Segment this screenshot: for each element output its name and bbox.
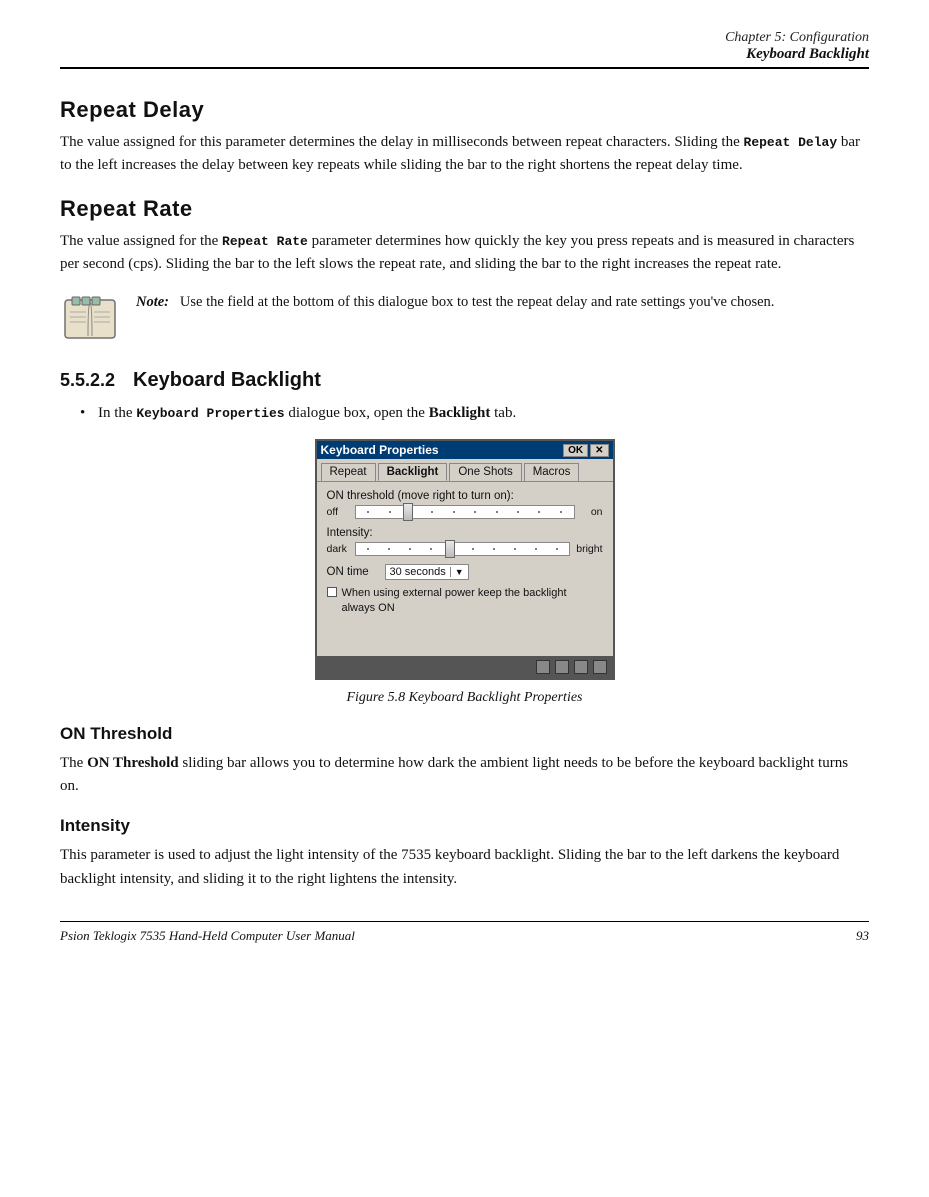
on-time-label: ON time	[327, 566, 377, 578]
dialog-bottom-icon-2	[555, 660, 569, 674]
footer-page-number: 93	[856, 928, 869, 944]
note-content: Use the field at the bottom of this dial…	[173, 294, 775, 310]
repeat-delay-heading: Repeat Delay	[60, 97, 869, 123]
tab-backlight[interactable]: Backlight	[378, 463, 448, 481]
on-threshold-thumb[interactable]	[403, 503, 413, 521]
slider-dots-1	[356, 511, 574, 513]
on-time-row: ON time 30 seconds ▼	[327, 564, 603, 580]
footer-left: Psion Teklogix 7535 Hand-Held Computer U…	[60, 928, 355, 944]
dialog-bottom-icon-1	[536, 660, 550, 674]
dialog-title-bar: Keyboard Properties OK ✕	[317, 441, 613, 459]
checkbox-label: When using external power keep the backl…	[342, 586, 603, 616]
dialog-title: Keyboard Properties	[321, 443, 564, 457]
page-footer: Psion Teklogix 7535 Hand-Held Computer U…	[60, 921, 869, 944]
repeat-delay-para: The value assigned for this parameter de…	[60, 131, 869, 178]
bullet-item: In the Keyboard Properties dialogue box,…	[80, 402, 869, 425]
dialog-bottom-bar	[317, 656, 613, 678]
checkbox-row: When using external power keep the backl…	[327, 586, 603, 616]
checkbox-external-power[interactable]	[327, 587, 337, 597]
note-text: Note: Use the field at the bottom of thi…	[136, 292, 774, 314]
on-threshold-heading: ON Threshold	[60, 724, 869, 744]
tab-macros[interactable]: Macros	[524, 463, 580, 481]
dialog-bottom-icon-4	[593, 660, 607, 674]
note-block: Note: Use the field at the bottom of thi…	[60, 292, 869, 351]
intensity-slider-row: dark bright	[327, 542, 603, 556]
tab-oneshots[interactable]: One Shots	[449, 463, 521, 481]
intensity-label: Intensity:	[327, 527, 603, 539]
dialog-ok-button[interactable]: OK	[563, 444, 588, 457]
intensity-heading: Intensity	[60, 816, 869, 836]
bullet-list: In the Keyboard Properties dialogue box,…	[60, 402, 869, 425]
slider-on-label: on	[581, 506, 603, 518]
intensity-thumb[interactable]	[445, 540, 455, 558]
chapter-line: Chapter 5: Configuration	[60, 30, 869, 46]
on-threshold-slider-track[interactable]	[355, 505, 575, 519]
dialog-container: Keyboard Properties OK ✕ Repeat Backligh…	[60, 439, 869, 680]
on-threshold-slider-row: off on	[327, 505, 603, 519]
dialog-close-button[interactable]: ✕	[590, 444, 608, 457]
page-header: Chapter 5: Configuration Keyboard Backli…	[60, 30, 869, 69]
subsection-header: 5.5.2.2 Keyboard Backlight	[60, 369, 869, 392]
on-time-value: 30 seconds	[390, 566, 446, 578]
figure-caption: Figure 5.8 Keyboard Backlight Properties	[60, 690, 869, 706]
on-time-select[interactable]: 30 seconds ▼	[385, 564, 469, 580]
slider-bright-label: bright	[576, 543, 602, 555]
intensity-para: This parameter is used to adjust the lig…	[60, 844, 869, 891]
note-label: Note:	[136, 294, 169, 310]
intensity-row: Intensity: dark bright	[327, 527, 603, 556]
slider-dark-label: dark	[327, 543, 349, 555]
slider-off-label: off	[327, 506, 349, 518]
slider-dots-2	[356, 548, 570, 550]
dialog-title-buttons: OK ✕	[563, 444, 608, 457]
header-section-title: Keyboard Backlight	[60, 46, 869, 63]
spacer	[327, 620, 603, 650]
tab-repeat[interactable]: Repeat	[321, 463, 376, 481]
dialog-content: ON threshold (move right to turn on): of…	[317, 482, 613, 656]
subsection-title: Keyboard Backlight	[133, 369, 321, 392]
intensity-slider-track[interactable]	[355, 542, 571, 556]
on-threshold-row: ON threshold (move right to turn on): of…	[327, 490, 603, 519]
subsection-number: 5.5.2.2	[60, 370, 115, 391]
note-icon	[60, 292, 120, 351]
dialog-tabs: Repeat Backlight One Shots Macros	[317, 459, 613, 482]
repeat-rate-heading: Repeat Rate	[60, 196, 869, 222]
dialog-box: Keyboard Properties OK ✕ Repeat Backligh…	[315, 439, 615, 680]
on-threshold-label: ON threshold (move right to turn on):	[327, 490, 603, 502]
repeat-rate-para: The value assigned for the Repeat Rate p…	[60, 230, 869, 277]
dialog-bottom-icon-3	[574, 660, 588, 674]
select-arrow-icon: ▼	[450, 567, 464, 577]
on-threshold-para: The ON Threshold sliding bar allows you …	[60, 752, 869, 799]
page: Chapter 5: Configuration Keyboard Backli…	[0, 0, 929, 1004]
